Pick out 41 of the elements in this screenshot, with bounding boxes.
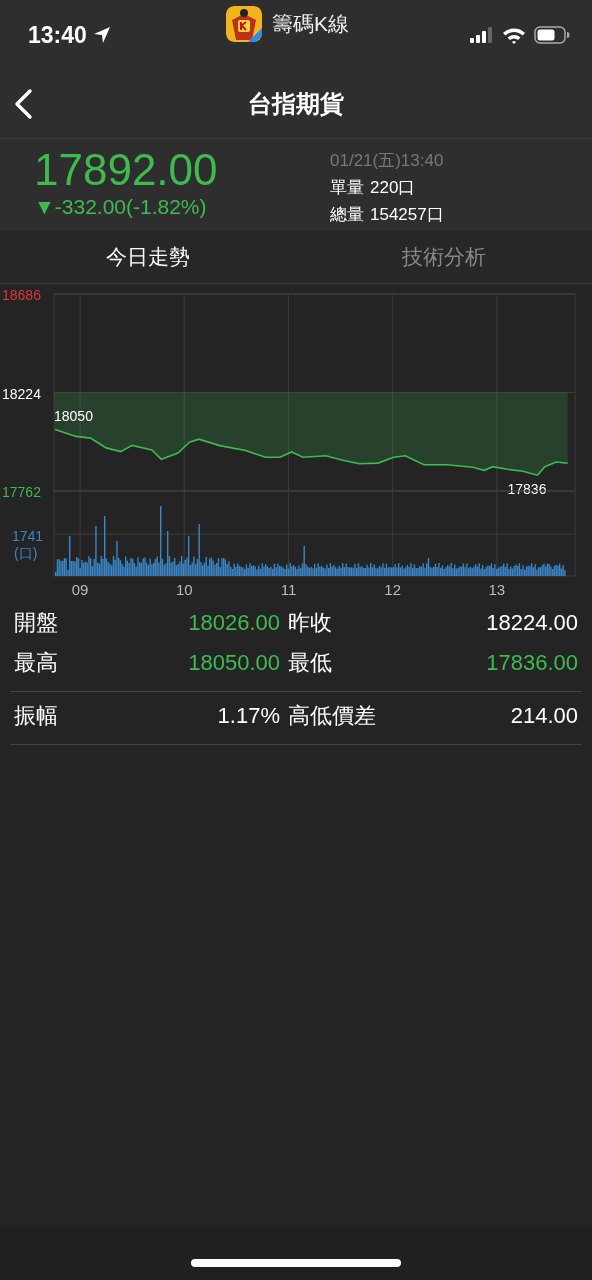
stat-label: 開盤 [13, 609, 59, 637]
price-value: 17892.00 [34, 147, 219, 193]
stat-label: 振幅 [13, 702, 59, 730]
tab[interactable]: 技術分析 [296, 231, 592, 283]
app-name: 籌碼K線 [272, 11, 349, 37]
app-icon [226, 6, 262, 42]
axis-label: 17762 [2, 484, 41, 500]
axis-label: 18224 [2, 385, 41, 402]
clock-time: 13:40 [28, 21, 87, 49]
stat-value: 18050.00 [187, 649, 281, 677]
volume-value: 154257口 [370, 204, 444, 226]
axis-label: 12 [384, 581, 401, 598]
axis-label: 13 [488, 581, 506, 598]
price-change: ▼-332.00(-1.82%) [34, 195, 208, 219]
stat-label: 最低 [287, 649, 333, 677]
stat-value: 18224.00 [485, 609, 579, 637]
wifi-icon [502, 26, 526, 44]
stat-value: 1.17% [216, 702, 281, 730]
battery-icon [534, 26, 570, 44]
quote-time: 01/21(五)13:40 [330, 150, 444, 172]
price-label: 18050 [54, 407, 93, 424]
location-arrow-icon [92, 26, 111, 44]
page-title: 台指期貨 [248, 89, 344, 119]
volume-value: 220口 [370, 177, 416, 199]
unit-label: (口) [14, 545, 38, 561]
stat-label: 最高 [13, 649, 59, 677]
axis-label: 11 [280, 581, 297, 598]
volume-label: 單量 [330, 177, 364, 199]
stat-value: 214.00 [509, 702, 579, 730]
axis-label: 10 [175, 581, 193, 598]
signal-icon [470, 27, 494, 43]
axis-label: 18686 [2, 287, 41, 303]
tab[interactable]: 今日走勢 [0, 231, 296, 283]
volume-label: 總量 [330, 204, 364, 226]
axis-label: 1741 [12, 528, 44, 544]
axis-label: 09 [71, 581, 89, 598]
stat-label: 昨收 [287, 609, 333, 637]
stat-value: 18026.00 [187, 609, 281, 637]
stat-value: 17836.00 [485, 649, 579, 677]
stat-label: 高低價差 [287, 702, 377, 730]
price-label: 17836 [507, 481, 547, 498]
